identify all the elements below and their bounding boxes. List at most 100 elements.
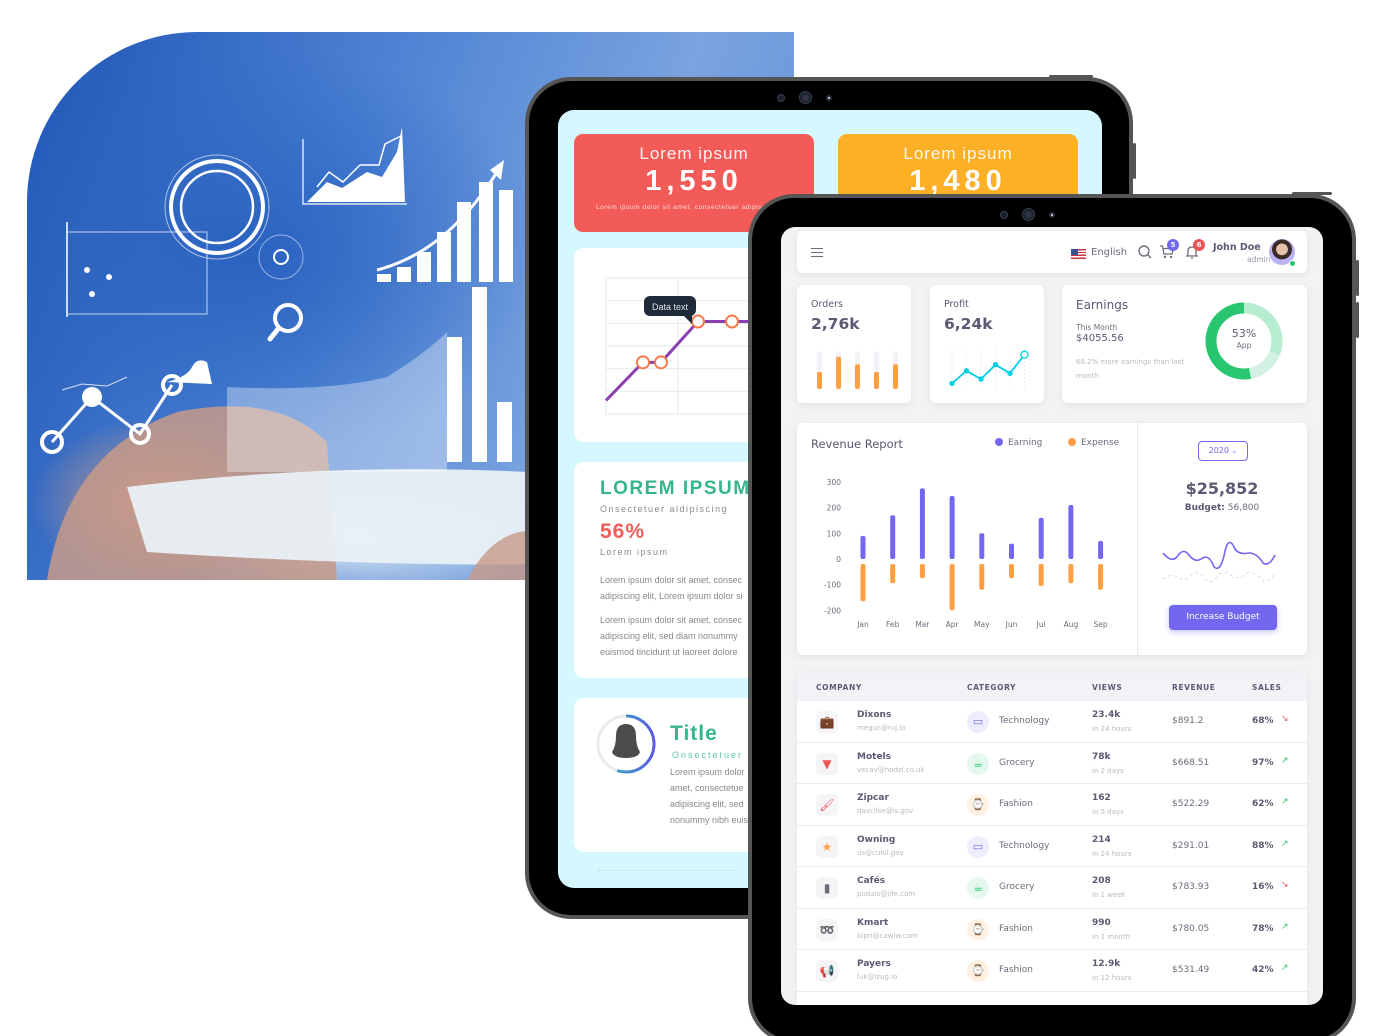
top-navbar: English 5 6 John Doe admin (797, 231, 1307, 273)
company-email: luk@izug.io (857, 973, 898, 981)
profile-title: Title (670, 722, 718, 745)
camera-bar (1000, 208, 1055, 221)
company-name[interactable]: Payers (857, 959, 891, 969)
sales-value: 62% (1252, 799, 1274, 809)
expense-bar (1009, 564, 1014, 579)
x-tick-label: Jan (856, 620, 869, 629)
earning-bar (1068, 505, 1074, 559)
stat-value: 1,550 (645, 165, 743, 197)
table-row[interactable]: 🖌 Zipcar davcilse@is.gov ⌚ Fashion 162 in 5 da… (797, 784, 1307, 826)
views-value: 162 (1092, 793, 1111, 803)
expense-bar (1098, 564, 1104, 590)
stat-label: Lorem ipsum (639, 144, 749, 163)
company-name[interactable]: Owning (857, 835, 895, 845)
data-point (725, 314, 739, 329)
camera-icon (1022, 208, 1035, 221)
company-name[interactable]: Dixons (857, 710, 891, 720)
trending-down-icon: ↘ (1281, 714, 1289, 724)
company-table: COMPANY CATEGORY VIEWS REVENUE SALES 💼 Di… (797, 673, 1307, 1005)
camera-icon (799, 91, 812, 104)
profit-line-chart (949, 349, 1029, 389)
earning-bar (1038, 517, 1044, 559)
search-icon[interactable] (1137, 244, 1153, 260)
power-button (1049, 75, 1093, 78)
data-point (636, 355, 650, 370)
column-header-revenue[interactable]: REVENUE (1172, 683, 1216, 692)
table-row[interactable]: ★ Owning us@cuhil.gov ▭ Technology 214 in 24 h… (797, 826, 1307, 867)
category-label: Technology (999, 840, 1050, 851)
x-tick-label: Mar (915, 620, 930, 629)
trending-down-icon: ↘ (1281, 880, 1289, 890)
table-header: COMPANY CATEGORY VIEWS REVENUE SALES (797, 673, 1307, 701)
tooltip-text: Data text (652, 302, 689, 312)
x-tick-label: Jul (1036, 620, 1046, 629)
table-row[interactable]: ➿ Kmart bipri@cawiw.com ⌚ Fashion 990 in 1 mon… (797, 909, 1307, 950)
company-email: us@cuhil.gov (857, 848, 904, 857)
bar (817, 371, 822, 389)
budget-sparkline (1162, 541, 1276, 583)
revenue-total: $25,852 (1185, 479, 1259, 498)
column-header-company[interactable]: COMPANY (816, 683, 862, 692)
table-row[interactable]: 📢 Payers luk@izug.io ⌚ Fashion 12.9k in 12 hou… (797, 950, 1307, 992)
revenue-report-card: Revenue Report Earning Expense 300 200 100… (797, 423, 1307, 655)
company-name[interactable]: Motels (857, 752, 891, 762)
x-tick-label: Aug (1064, 620, 1079, 629)
revenue-value: $780.05 (1172, 923, 1210, 934)
views-period: in 24 hours (1092, 725, 1132, 733)
data-point (1020, 350, 1029, 359)
company-name[interactable]: Kmart (857, 918, 888, 928)
earnings-amount: $4055.56 (1076, 333, 1124, 344)
budget-value: 56,800 (1227, 503, 1260, 513)
category-label: Fashion (999, 965, 1033, 975)
expense-bar (1038, 564, 1044, 586)
views-value: 208 (1092, 876, 1111, 886)
revenue-value: $783.93 (1172, 882, 1210, 892)
light-sensor-icon (1049, 211, 1055, 218)
us-flag-icon[interactable] (1071, 249, 1086, 259)
year-value: 2020 (1208, 446, 1229, 455)
table-row[interactable]: 💼 Dixons meguc@ruj.io ▭ Technology 23.4k in 24… (797, 701, 1307, 743)
text-line: adipiscing elit, sed (670, 799, 744, 809)
monitor-icon: ▭ (967, 835, 989, 858)
profit-card: Profit 6,24k (930, 285, 1044, 403)
stat-label: Lorem ipsum (903, 144, 1013, 163)
light-sensor-icon (826, 94, 832, 101)
language-selector[interactable]: English (1091, 247, 1127, 258)
coffee-icon: ☕ (967, 877, 989, 899)
company-email: bipri@cawiw.com (857, 931, 918, 940)
sensor-icon (1000, 210, 1008, 219)
earning-bar (860, 535, 866, 559)
column-header-category[interactable]: CATEGORY (967, 683, 1016, 692)
earnings-title: Earnings (1076, 298, 1129, 312)
views-period: in 24 hours (1092, 849, 1132, 858)
user-name[interactable]: John Doe (1213, 242, 1261, 253)
category-label: Grocery (999, 757, 1035, 768)
table-row[interactable]: ▼ Motels vecav@hodzi.co.uk ☕ Grocery 78k in 2 … (797, 743, 1307, 784)
earning-bar (949, 496, 955, 559)
increase-budget-button[interactable]: Increase Budget (1169, 605, 1277, 630)
tooltip: Data text (644, 296, 696, 324)
expense-bar (1068, 564, 1074, 584)
briefcase-icon: 💼 (816, 711, 838, 733)
company-name[interactable]: Cafés (857, 876, 885, 886)
column-header-sales[interactable]: SALES (1252, 683, 1282, 692)
company-email: vecav@hodzi.co.uk (857, 765, 925, 774)
sales-value: 42% (1252, 965, 1274, 975)
bar (855, 364, 860, 389)
menu-icon[interactable] (811, 248, 823, 257)
data-point (992, 362, 999, 368)
trending-up-icon: ↗ (1281, 921, 1289, 932)
y-tick-label: -100 (824, 581, 841, 590)
x-tick-label: Feb (886, 620, 900, 629)
table-row[interactable]: ▮ Cafés pudais@jife.com ☕ Grocery 208 in 1 wee… (797, 867, 1307, 909)
year-select[interactable]: 2020 ⌄ (1198, 441, 1248, 461)
orders-label: Orders (811, 299, 843, 310)
revenue-bar-chart: 300 200 100 0 -100 -200 Jan Feb Mar Apr May Jun Jul A… (824, 478, 1108, 629)
watch-icon: ⌚ (967, 918, 989, 941)
text-line: amet, consectetue (670, 783, 744, 793)
budget-label: Budget: (1184, 503, 1225, 513)
company-name[interactable]: Zipcar (857, 793, 889, 803)
sales-value: 78% (1252, 923, 1274, 934)
column-header-views[interactable]: VIEWS (1092, 683, 1122, 692)
dashboard-screen: English 5 6 John Doe admin Orders 2,76k (781, 227, 1323, 1005)
